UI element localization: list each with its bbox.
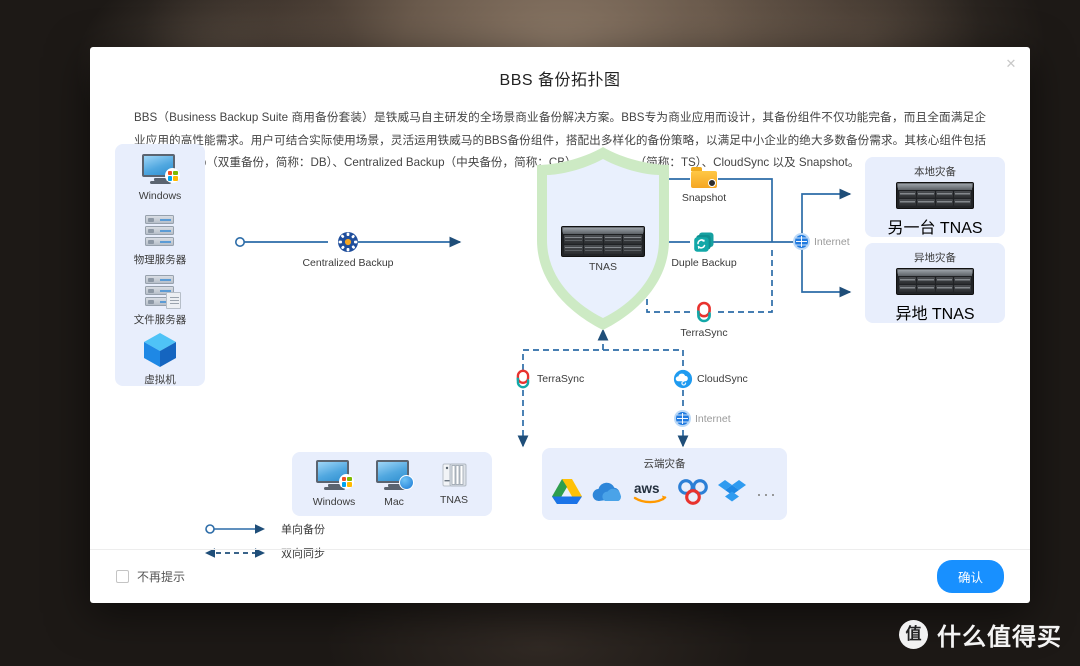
close-icon[interactable]: ✕: [1003, 56, 1019, 72]
snapshot-label: Snapshot: [681, 192, 727, 204]
cloud-panel-title: 云端灾备: [643, 458, 686, 470]
internet-globe-icon: [674, 410, 691, 427]
nas-tower-icon: [439, 460, 469, 490]
endpoint-label: TNAS: [439, 494, 468, 506]
terrasync-label: TerraSync: [680, 327, 728, 339]
dialog-title: BBS 备份拓扑图: [499, 72, 621, 89]
google-drive-icon: [552, 478, 582, 510]
source-physical-server: 物理服务器: [115, 214, 205, 267]
watermark-text: 什么值得买: [937, 624, 1062, 651]
bbs-topology-dialog: ✕ BBS 备份拓扑图 BBS（Business Backup Suite 商用…: [90, 47, 1030, 603]
source-file-server: 文件服务器: [115, 274, 205, 327]
tnas-label: TNAS: [588, 261, 617, 273]
file-server-icon: [143, 274, 181, 309]
cloudsync-icon: [673, 369, 693, 389]
snapshot-node: Snapshot: [654, 167, 754, 204]
source-windows: Windows: [115, 154, 205, 202]
centralized-backup-label: Centralized Backup: [302, 257, 394, 269]
rack-server-icon: [896, 268, 974, 295]
baidu-cloud-icon: [677, 478, 708, 510]
checkbox-box[interactable]: [116, 570, 129, 583]
physical-server-icon: [143, 214, 177, 248]
more-ellipsis[interactable]: ···: [756, 485, 777, 503]
rack-server-icon: [561, 226, 645, 257]
remote-dr-title: 异地灾备: [914, 252, 956, 264]
snapshot-folder-icon: [691, 167, 717, 188]
internet-globe-icon: [793, 233, 810, 250]
no-prompt-checkbox[interactable]: 不再提示: [116, 568, 185, 585]
local-dr-rack: [896, 182, 974, 209]
cloudsync-node: CloudSync: [673, 369, 748, 389]
aws-icon: aws: [632, 480, 668, 509]
local-dr-title: 本地灾备: [914, 166, 956, 178]
cloudsync-label: CloudSync: [697, 373, 748, 385]
confirm-button[interactable]: 确认: [936, 560, 1004, 593]
duple-backup-label: Duple Backup: [671, 257, 737, 269]
mac-monitor-icon: [376, 460, 414, 492]
legend-item-one-way: 单向备份: [205, 517, 325, 541]
terrasync-bottom-label: TerraSync: [537, 373, 585, 385]
internet-label: Internet: [695, 412, 731, 425]
legend-label: 单向备份: [281, 524, 325, 536]
watermark-badge-icon: 值: [899, 620, 928, 649]
internet-label: Internet: [814, 235, 850, 248]
local-dr-device-label: 另一台 TNAS: [887, 220, 983, 237]
no-prompt-label: 不再提示: [137, 570, 186, 584]
internet-right-node: Internet: [793, 233, 850, 250]
source-label: 虚拟机: [144, 374, 176, 386]
svg-text:aws: aws: [634, 481, 660, 496]
endpoint-label: Windows: [312, 496, 356, 508]
endpoint-label: Mac: [384, 496, 404, 508]
windows-monitor-icon: [316, 460, 354, 492]
internet-bottom-node: Internet: [674, 410, 731, 427]
rack-server-icon: [896, 182, 974, 209]
centralized-backup-node: Centralized Backup: [298, 231, 398, 269]
endpoint-mac: Mac: [366, 460, 422, 508]
source-label: Windows: [138, 190, 182, 202]
dropbox-icon: [717, 479, 747, 510]
remote-dr-device-label: 异地 TNAS: [895, 306, 975, 323]
terrasync-top-node: TerraSync: [654, 301, 754, 339]
legend-solid-arrow-icon: [205, 524, 265, 534]
virtual-machine-cube-icon: [143, 332, 177, 368]
source-label: 物理服务器: [133, 254, 187, 266]
onedrive-icon: [591, 481, 623, 508]
terrasync-icon: [513, 369, 533, 389]
endpoint-windows: Windows: [306, 460, 362, 508]
source-virtual-machine: 虚拟机: [115, 332, 205, 387]
watermark: 值 什么值得买: [899, 617, 1062, 652]
centralized-backup-icon: [337, 231, 359, 253]
tnas-node: TNAS: [561, 226, 645, 273]
topology-diagram: Windows 物理服务器 文件服务器 虚拟机 Centralized Back…: [90, 144, 1030, 552]
cloud-provider-list: aws ···: [552, 478, 777, 510]
duple-backup-icon: [693, 231, 715, 253]
endpoint-tnas: TNAS: [426, 460, 482, 506]
terrasync-bottom-node: TerraSync: [513, 369, 584, 389]
remote-dr-rack: [896, 268, 974, 295]
duple-backup-node: Duple Backup: [654, 231, 754, 269]
terrasync-icon: [693, 301, 715, 323]
dialog-footer: 不再提示 确认: [90, 549, 1030, 603]
windows-monitor-icon: [142, 154, 180, 186]
source-label: 文件服务器: [133, 314, 187, 326]
